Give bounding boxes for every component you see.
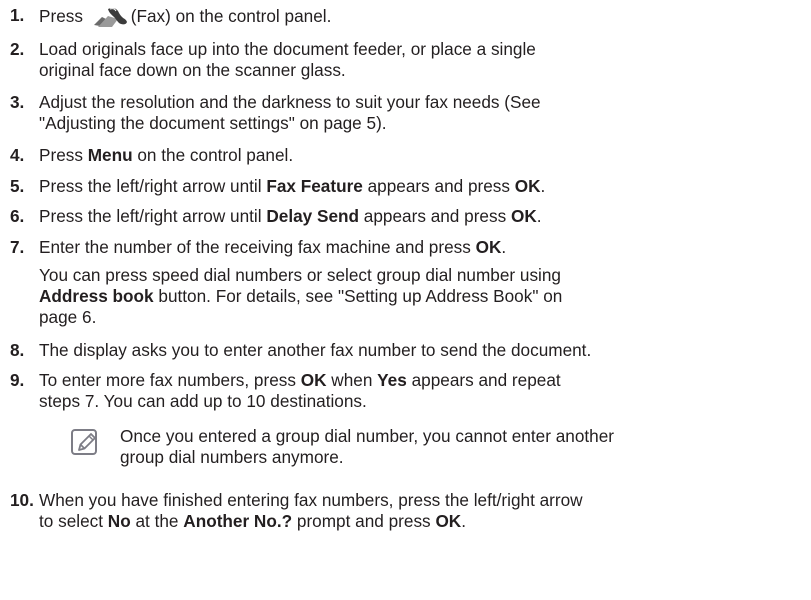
text-run: Press xyxy=(39,145,88,165)
text-run: When you have finished entering fax numb… xyxy=(39,490,583,510)
text-run: button. For details, see "Setting up Add… xyxy=(153,286,563,306)
document-page: 1. Press (Fax) on the control panel. 2. … xyxy=(0,0,811,600)
bold-run: Fax Feature xyxy=(266,176,363,196)
step-text: Press (Fax) on the control panel. xyxy=(39,5,807,29)
step-1: 1. Press (Fax) on the control panel. xyxy=(6,5,807,33)
text-run: to select xyxy=(39,511,108,531)
step-2-line-1: Load originals face up into the document… xyxy=(39,39,536,59)
step-9: 9. To enter more fax numbers, press OK w… xyxy=(6,370,807,414)
step-2: 2. Load originals face up into the docum… xyxy=(6,39,807,83)
text-run: when xyxy=(326,370,378,390)
bold-run: Address book xyxy=(39,286,154,306)
text-run: prompt and press xyxy=(292,511,436,531)
text-run: Enter the number of the receiving fax ma… xyxy=(39,237,476,257)
step-number: 5. xyxy=(10,176,25,196)
bold-run: OK xyxy=(475,237,502,257)
step-10: 10. When you have finished entering fax … xyxy=(6,490,807,534)
step-7: 7. Enter the number of the receiving fax… xyxy=(6,237,807,259)
step-text: Enter the number of the receiving fax ma… xyxy=(39,237,807,258)
step-number: 10. xyxy=(10,490,34,510)
text-run: Press the left/right arrow until xyxy=(39,176,267,196)
bold-run: Another No.? xyxy=(183,511,293,531)
text-run: To enter more fax numbers, press xyxy=(39,370,301,390)
text-run: . xyxy=(461,511,466,531)
text-run: The display asks you to enter another fa… xyxy=(39,340,592,360)
text-run: appears and press xyxy=(359,206,511,226)
step-number: 4. xyxy=(10,145,25,165)
step-text: When you have finished entering fax numb… xyxy=(39,490,807,532)
bold-run: OK xyxy=(510,206,537,226)
step-2-line-2: original face down on the scanner glass. xyxy=(39,60,346,80)
text-run: Press the left/right arrow until xyxy=(39,206,267,226)
step-number: 3. xyxy=(10,92,25,112)
step-1-text-a: Press xyxy=(39,6,88,26)
step-number: 1. xyxy=(10,5,25,25)
step-text: You can press speed dial numbers or sele… xyxy=(39,265,807,328)
bold-run: Menu xyxy=(87,145,133,165)
step-text: Press Menu on the control panel. xyxy=(39,145,807,166)
step-text: To enter more fax numbers, press OK when… xyxy=(39,370,807,412)
bold-run: OK xyxy=(435,511,462,531)
note-line-1: Once you entered a group dial number, yo… xyxy=(120,426,614,446)
step-4: 4. Press Menu on the control panel. xyxy=(6,145,807,167)
step-3-line-2: "Adjusting the document settings" on pag… xyxy=(39,113,387,133)
step-number: 2. xyxy=(10,39,25,59)
text-run: at the xyxy=(130,511,184,531)
bold-run: Yes xyxy=(377,370,407,390)
note-line-2: group dial numbers anymore. xyxy=(120,447,344,467)
note-pencil-icon xyxy=(70,428,108,466)
step-text: Press the left/right arrow until Delay S… xyxy=(39,206,807,227)
text-run: . xyxy=(501,237,507,257)
text-run: You can press speed dial numbers or sele… xyxy=(39,265,561,285)
step-8: 8. The display asks you to enter another… xyxy=(6,340,807,362)
text-run: appears and repeat xyxy=(406,370,561,390)
step-number: 6. xyxy=(10,206,25,226)
step-number: 8. xyxy=(10,340,25,360)
text-run: on the control panel. xyxy=(132,145,294,165)
text-run: appears and press xyxy=(362,176,515,196)
step-5: 5. Press the left/right arrow until Fax … xyxy=(6,176,807,198)
bold-run: No xyxy=(107,511,131,531)
step-1-text-b: (Fax) on the control panel. xyxy=(130,6,332,26)
bold-run: OK xyxy=(514,176,541,196)
fax-icon xyxy=(92,5,130,29)
text-run: page 6. xyxy=(39,307,97,327)
step-3-line-1: Adjust the resolution and the darkness t… xyxy=(39,92,541,112)
note-box: Once you entered a group dial number, yo… xyxy=(70,426,811,472)
step-text: The display asks you to enter another fa… xyxy=(39,340,807,361)
step-text: Adjust the resolution and the darkness t… xyxy=(39,92,807,134)
text-run: . xyxy=(536,206,542,226)
step-number: 9. xyxy=(10,370,25,390)
step-text: Load originals face up into the document… xyxy=(39,39,807,81)
step-6: 6. Press the left/right arrow until Dela… xyxy=(6,206,807,228)
step-3: 3. Adjust the resolution and the darknes… xyxy=(6,92,807,136)
step-7-detail: You can press speed dial numbers or sele… xyxy=(6,265,807,331)
text-run: . xyxy=(540,176,546,196)
note-text: Once you entered a group dial number, yo… xyxy=(120,426,811,468)
step-number: 7. xyxy=(10,237,25,257)
step-text: Press the left/right arrow until Fax Fea… xyxy=(39,176,807,197)
bold-run: Delay Send xyxy=(266,206,360,226)
bold-run: OK xyxy=(300,370,327,390)
text-run: steps 7. You can add up to 10 destinatio… xyxy=(39,391,367,411)
